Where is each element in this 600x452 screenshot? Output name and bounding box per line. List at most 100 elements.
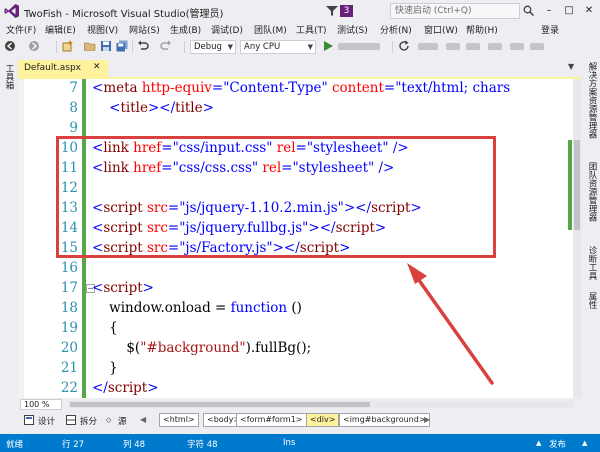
search-icon[interactable]: [523, 5, 534, 16]
line-number: 19: [60, 320, 78, 336]
source-view-button[interactable]: 源: [118, 415, 127, 427]
left-tool-strip: 工具箱: [0, 60, 16, 430]
solution-explorer-tab[interactable]: 解决方案资源管理器: [585, 62, 597, 139]
solution-configuration-dropdown[interactable]: Debug ▼: [190, 40, 236, 54]
save-all-icon[interactable]: [116, 40, 128, 52]
breadcrumb-right-arrow[interactable]: ▶: [424, 415, 430, 424]
save-icon[interactable]: [100, 40, 112, 52]
blurred-browser-name: [338, 43, 380, 50]
code-line[interactable]: 8 <title></title>: [18, 98, 573, 118]
code-line[interactable]: 7 <meta http-equiv="Content-Type" content…: [18, 79, 573, 98]
split-view-icon: [66, 415, 76, 425]
code-token: title: [175, 100, 203, 116]
code-token: ></: [147, 100, 176, 116]
breadcrumb-left-arrow[interactable]: ◀: [140, 415, 146, 424]
breadcrumb-html[interactable]: <html>: [159, 413, 199, 427]
menu-test[interactable]: 测试(S): [337, 23, 368, 36]
menu-view[interactable]: 视图(V): [87, 23, 118, 36]
status-line: 行 27: [62, 440, 85, 450]
standard-toolbar: Debug ▼ Any CPU ▼: [0, 37, 600, 57]
close-tab-icon[interactable]: ✕: [93, 62, 101, 72]
menu-team[interactable]: 团队(M): [254, 23, 287, 36]
quick-launch-input[interactable]: 快速启动 (Ctrl+Q): [390, 3, 520, 19]
line-number: 18: [60, 300, 78, 316]
code-line[interactable]: 17− <script>: [18, 278, 573, 298]
undo-icon[interactable]: [137, 40, 149, 52]
right-tool-strip: 解决方案资源管理器 团队资源管理器 诊断工具 属性: [581, 60, 600, 430]
solution-platform-dropdown[interactable]: Any CPU ▼: [240, 40, 316, 54]
title-bar: TwoFish - Microsoft Visual Studio(管理员) 3…: [0, 0, 600, 22]
code-token: <: [92, 80, 104, 96]
login-link[interactable]: 登录: [541, 23, 559, 36]
code-token: "text/html; chars: [395, 80, 511, 96]
menu-bar: 文件(F) 编辑(E) 视图(V) 网站(S) 生成(B) 调试(D) 团队(M…: [0, 22, 600, 37]
menu-file[interactable]: 文件(F): [6, 23, 36, 36]
design-view-icon: [24, 415, 34, 425]
menu-analyze[interactable]: 分析(N): [380, 23, 412, 36]
code-line[interactable]: 21 }: [18, 358, 573, 378]
vertical-scrollbar[interactable]: [573, 79, 581, 398]
chevron-up-icon[interactable]: ▲: [582, 439, 587, 447]
close-window-button[interactable]: ✕: [580, 3, 598, 19]
menu-website[interactable]: 网站(S): [129, 23, 160, 36]
split-view-button[interactable]: 拆分: [80, 415, 97, 427]
visual-studio-logo-icon: [4, 4, 19, 18]
code-token: >: [147, 380, 159, 396]
chevron-down-icon: ▼: [227, 43, 233, 51]
blurred-toolbar-item: [418, 43, 438, 50]
publish-arrow-icon: ▲: [536, 439, 542, 447]
filter-icon[interactable]: [326, 6, 338, 16]
view-bar: 设计 拆分 ◇ 源 ◀ <html> <body> <form#form1> <…: [18, 410, 581, 430]
code-line[interactable]: 16: [18, 258, 573, 278]
start-debugging-icon[interactable]: [322, 40, 334, 52]
code-token: script: [103, 280, 143, 296]
diagnostic-tools-tab[interactable]: 诊断工具: [585, 246, 597, 280]
code-text: <title></title>: [92, 98, 214, 118]
menu-help[interactable]: 帮助(H): [466, 23, 498, 36]
design-view-button[interactable]: 设计: [38, 415, 55, 427]
menu-build[interactable]: 生成(B): [170, 23, 201, 36]
breadcrumb-form[interactable]: <form#form1>: [236, 413, 307, 427]
platform-value: Any CPU: [244, 42, 281, 52]
code-line[interactable]: 20 $("#background").fullBg();: [18, 338, 573, 358]
code-line[interactable]: 22 </script>: [18, 378, 573, 398]
redo-icon[interactable]: [160, 40, 172, 52]
code-token: ).fullBg();: [245, 340, 312, 356]
menu-window[interactable]: 窗口(W): [424, 23, 458, 36]
menu-tools[interactable]: 工具(T): [296, 23, 327, 36]
refresh-icon[interactable]: [398, 40, 410, 52]
code-text: }: [92, 358, 118, 378]
publish-button[interactable]: 发布: [549, 438, 566, 450]
breadcrumb-img[interactable]: <img#background>: [339, 413, 430, 427]
code-token: window.onload =: [92, 300, 231, 316]
code-line[interactable]: 18 window.onload = function (): [18, 298, 573, 318]
line-number: 7: [69, 80, 78, 96]
notification-badge[interactable]: 3: [340, 5, 353, 17]
minimize-button[interactable]: –: [540, 3, 558, 19]
code-token: script: [107, 380, 148, 396]
blurred-toolbar-item: [530, 43, 544, 50]
blurred-toolbar-item: [466, 43, 480, 50]
breadcrumb-div[interactable]: <div>: [306, 413, 340, 427]
line-number: 16: [60, 260, 78, 276]
properties-tab[interactable]: 属性: [585, 292, 597, 309]
chevron-down-icon[interactable]: ▼: [568, 62, 574, 71]
code-token: {: [92, 320, 118, 336]
menu-debug[interactable]: 调试(D): [211, 23, 243, 36]
code-text: </script>: [92, 378, 159, 398]
open-folder-icon[interactable]: [84, 40, 96, 52]
code-line[interactable]: 19 {: [18, 318, 573, 338]
zoom-level-dropdown[interactable]: 100 %: [20, 399, 62, 410]
toolbox-tab[interactable]: 工具箱: [4, 64, 14, 90]
menu-edit[interactable]: 编辑(E): [45, 23, 76, 36]
new-project-icon[interactable]: [62, 40, 74, 52]
code-text: window.onload = function (): [92, 298, 302, 318]
vertical-scrollbar-thumb[interactable]: [574, 140, 580, 230]
forward-icon[interactable]: [28, 40, 40, 52]
horizontal-scrollbar-thumb[interactable]: [70, 402, 370, 407]
code-line[interactable]: 9: [18, 118, 573, 138]
team-explorer-tab[interactable]: 团队资源管理器: [585, 162, 597, 222]
code-view-icon: ◇: [106, 416, 112, 424]
back-icon[interactable]: [4, 40, 16, 52]
maximize-button[interactable]: □: [560, 3, 578, 19]
